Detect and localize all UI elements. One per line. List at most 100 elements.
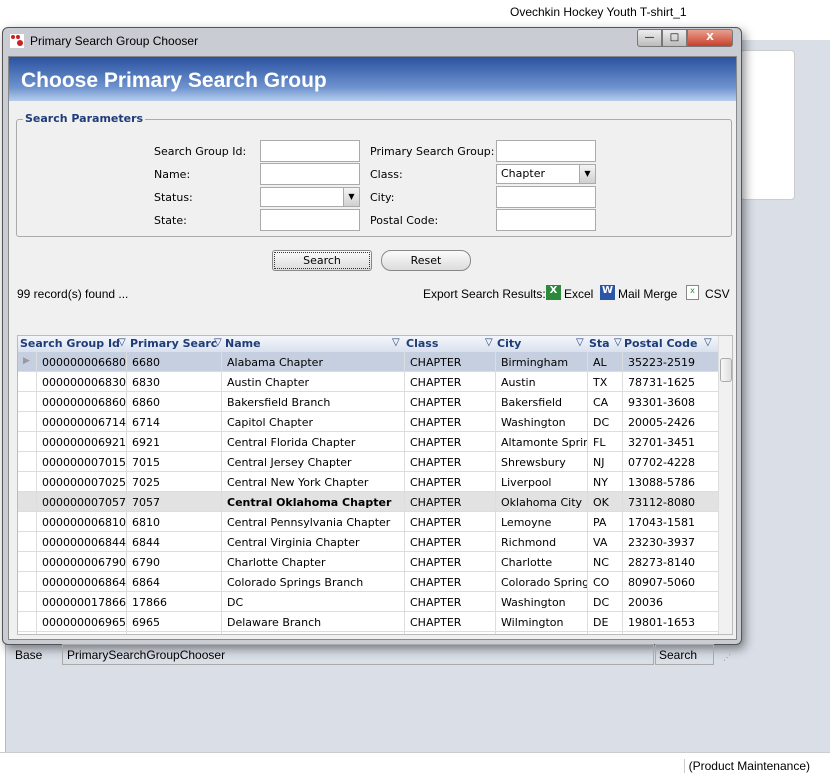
table-cell: 13088-5786 <box>628 476 695 489</box>
csv-icon[interactable]: x <box>686 285 699 300</box>
table-cell: 000000006680 <box>42 356 126 369</box>
table-row[interactable]: 000000006965 6965 Delaware Branch CHAPTER Wi… <box>18 612 718 632</box>
table-cell: 000000006965 <box>42 616 126 629</box>
column-header[interactable]: Sta <box>589 337 610 350</box>
search-group-id-input[interactable] <box>260 140 360 162</box>
table-cell: Austin <box>501 376 536 389</box>
vertical-scrollbar[interactable] <box>718 336 732 634</box>
search-button[interactable]: Search <box>272 250 372 271</box>
word-icon[interactable]: W <box>600 285 615 300</box>
table-cell: Richmond <box>501 536 557 549</box>
filter-icon[interactable]: ▽ <box>214 337 222 348</box>
column-divider <box>404 352 405 634</box>
table-cell: CHAPTER <box>410 556 462 569</box>
table-row[interactable]: 000000006844 6844 Central Virginia Chapter… <box>18 532 718 552</box>
table-cell: 000000017866 <box>42 596 126 609</box>
table-cell: CHAPTER <box>410 356 462 369</box>
table-row[interactable]: 000000007015 7015 Central Jersey Chapter CH… <box>18 452 718 472</box>
primary-search-group-input[interactable] <box>496 140 596 162</box>
scrollbar-thumb[interactable] <box>720 358 732 382</box>
app-icon <box>10 34 24 48</box>
title-bar[interactable]: Primary Search Group Chooser — □ X <box>3 28 741 54</box>
table-cell: Birmingham <box>501 356 569 369</box>
column-header[interactable]: Search Group Id <box>20 337 120 350</box>
table-cell: NJ <box>593 456 605 469</box>
table-cell: 6790 <box>132 556 160 569</box>
postal-code-input[interactable] <box>496 209 596 231</box>
table-cell: 6830 <box>132 376 160 389</box>
table-cell: NC <box>593 556 609 569</box>
reset-button[interactable]: Reset <box>381 250 471 271</box>
column-divider <box>495 352 496 634</box>
table-cell: Central Virginia Chapter <box>227 536 360 549</box>
status-text: (Product Maintenance) <box>683 759 810 773</box>
table-cell: DC <box>593 596 610 609</box>
filter-icon[interactable]: ▽ <box>704 337 712 348</box>
export-mail-merge-link[interactable]: Mail Merge <box>618 287 677 301</box>
chevron-down-icon[interactable]: ▼ <box>343 188 359 206</box>
export-excel-link[interactable]: Excel <box>564 287 593 301</box>
state-input[interactable] <box>260 209 360 231</box>
table-cell: 28273-8140 <box>628 556 695 569</box>
records-found: 99 record(s) found ... <box>17 287 129 301</box>
filter-icon[interactable]: ▽ <box>392 337 400 348</box>
status-select[interactable]: ▼ <box>260 187 360 207</box>
table-cell: CHAPTER <box>410 396 462 409</box>
city-input[interactable] <box>496 186 596 208</box>
column-header[interactable]: Name <box>225 337 261 350</box>
filter-icon[interactable]: ▽ <box>576 337 584 348</box>
table-row[interactable]: 000000007057 7057 Central Oklahoma Chapter… <box>18 492 718 512</box>
table-cell: 000000007015 <box>42 456 126 469</box>
table-row[interactable]: 000000006860 6860 Bakersfield Branch CHAPTE… <box>18 392 718 412</box>
class-label: Class: <box>370 168 403 181</box>
resize-grip-icon[interactable]: ⋰ <box>723 653 731 662</box>
table-cell: 35223-2519 <box>628 356 695 369</box>
table-row[interactable]: 000000007025 7025 Central New York Chapter… <box>18 472 718 492</box>
table-cell: CHAPTER <box>410 616 462 629</box>
table-cell: 93301-3608 <box>628 396 695 409</box>
minimize-button[interactable]: — <box>637 29 662 47</box>
column-header[interactable]: Postal Code <box>624 337 697 350</box>
table-row[interactable]: 000000017866 17866 DC CHAPTER Washington DC 20… <box>18 592 718 612</box>
table-cell: 23230-3937 <box>628 536 695 549</box>
grid-header: Search Group Id ▽ Primary Searc ▽ Name ▽ Class… <box>18 336 718 352</box>
chevron-down-icon[interactable]: ▼ <box>579 165 595 183</box>
class-select[interactable]: Chapter ▼ <box>496 164 596 184</box>
column-header[interactable]: City <box>497 337 521 350</box>
name-input[interactable] <box>260 163 360 185</box>
table-cell: 80907-5060 <box>628 576 695 589</box>
search-parameters-legend: Search Parameters <box>23 112 146 125</box>
table-cell: 19801-1653 <box>628 616 695 629</box>
table-row[interactable]: 000000006864 6864 Colorado Springs Branch C… <box>18 572 718 592</box>
table-cell: 17866 <box>132 596 167 609</box>
excel-icon[interactable]: X <box>546 285 561 300</box>
table-cell: 000000006790 <box>42 556 126 569</box>
filter-icon[interactable]: ▽ <box>614 337 622 348</box>
table-row[interactable]: ▶ 000000006680 6680 Alabama Chapter CHAPTER B… <box>18 352 718 372</box>
table-cell: 000000007057 <box>42 496 126 509</box>
table-cell: 000000006860 <box>42 396 126 409</box>
column-header[interactable]: Class <box>406 337 438 350</box>
export-csv-link[interactable]: CSV <box>705 287 730 301</box>
table-row[interactable]: 000000006921 6921 Central Florida Chapter C… <box>18 432 718 452</box>
table-cell: Central Oklahoma Chapter <box>227 496 392 509</box>
table-row[interactable]: 000000006830 6830 Austin Chapter CHAPTER Aus… <box>18 372 718 392</box>
banner-heading: Choose Primary Search Group <box>9 57 736 101</box>
table-cell: CHAPTER <box>410 456 462 469</box>
table-row[interactable]: 000000006790 6790 Charlotte Chapter CHAPTER… <box>18 552 718 572</box>
table-row[interactable]: 000000006810 6810 Central Pennsylvania Cha… <box>18 512 718 532</box>
state-label: State: <box>154 214 187 227</box>
close-button[interactable]: X <box>687 29 733 47</box>
filter-icon[interactable]: ▽ <box>118 337 126 348</box>
table-cell: AL <box>593 356 607 369</box>
table-row[interactable]: 000000006714 6714 Capitol Chapter CHAPTER Wa… <box>18 412 718 432</box>
maximize-button[interactable]: □ <box>662 29 687 47</box>
filter-icon[interactable]: ▽ <box>485 337 493 348</box>
column-header[interactable]: Primary Searc <box>130 337 217 350</box>
class-value: Chapter <box>501 167 545 180</box>
table-cell: 6965 <box>132 616 160 629</box>
table-cell: Central New York Chapter <box>227 476 369 489</box>
column-divider <box>221 352 222 634</box>
table-cell: Washington <box>501 596 566 609</box>
mode-field: Search <box>655 644 714 665</box>
